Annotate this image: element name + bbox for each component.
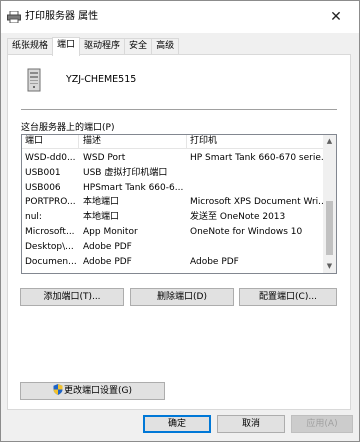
port-cell: Documen... xyxy=(25,256,77,267)
table-row[interactable]: Desktop\... Adobe PDF xyxy=(22,240,324,255)
port-cell: Desktop\... xyxy=(25,241,74,252)
port-cell: Microsoft... xyxy=(25,226,75,237)
vertical-scrollbar[interactable]: ▲ ▼ xyxy=(323,135,336,273)
delete-port-button[interactable]: 删除端口(D) xyxy=(130,288,234,306)
list-rows: WSD-dd0... WSD Port HP Smart Tank 660-67… xyxy=(22,151,324,269)
printer-icon xyxy=(7,11,21,23)
printer-cell: Microsoft XPS Document Wri... xyxy=(190,197,324,208)
description-cell: 本地端口 xyxy=(83,212,120,223)
uac-shield-icon xyxy=(53,384,63,395)
window-title: 打印服务器 属性 xyxy=(25,11,99,22)
tab-strip: 纸张规格 端口 驱动程序 安全 高级 xyxy=(7,37,180,56)
table-row[interactable]: WSD-dd0... WSD Port HP Smart Tank 660-67… xyxy=(22,151,324,166)
configure-port-button[interactable]: 配置端口(C)... xyxy=(239,288,337,306)
printer-cell: OneNote for Windows 10 xyxy=(190,226,303,237)
printer-cell xyxy=(187,240,324,255)
printer-cell: Adobe PDF xyxy=(190,256,239,267)
tab-drivers[interactable]: 驱动程序 xyxy=(79,38,126,55)
description-cell: 本地端口 xyxy=(83,197,120,208)
scroll-down-arrow-icon[interactable]: ▼ xyxy=(323,260,336,273)
port-cell: USB001 xyxy=(25,167,61,178)
port-cell: USB006 xyxy=(25,182,61,193)
divider xyxy=(21,109,337,110)
table-row[interactable]: Documen... Adobe PDF Adobe PDF xyxy=(22,255,324,270)
port-cell: WSD-dd0... xyxy=(25,153,76,163)
cancel-button[interactable]: 取消 xyxy=(217,415,285,433)
description-cell: HPSmart Tank 660-6... xyxy=(83,182,184,193)
ports-list[interactable]: 端口 描述 打印机 WSD-dd0... WSD Port HP Smart T… xyxy=(21,134,337,274)
server-name: YZJ-CHEME515 xyxy=(66,74,137,85)
server-icon xyxy=(27,68,41,92)
table-row[interactable]: USB006 HPSmart Tank 660-6... xyxy=(22,181,324,196)
title-bar[interactable]: 打印服务器 属性 ✕ xyxy=(1,1,359,33)
add-port-button[interactable]: 添加端口(T)... xyxy=(20,288,124,306)
table-row[interactable]: Microsoft... App Monitor OneNote for Win… xyxy=(22,225,324,240)
printer-cell xyxy=(187,181,324,196)
tab-paper-sizes[interactable]: 纸张规格 xyxy=(7,38,54,55)
change-port-settings-button[interactable]: 更改端口设置(G) xyxy=(20,382,165,400)
scroll-up-arrow-icon[interactable]: ▲ xyxy=(323,135,336,148)
ports-list-label: 这台服务器上的端口(P) xyxy=(21,123,115,133)
table-row[interactable]: nul: 本地端口 发送至 OneNote 2013 xyxy=(22,210,324,225)
table-row[interactable]: USB001 USB 虚拟打印机端口 xyxy=(22,166,324,181)
change-port-settings-label: 更改端口设置(G) xyxy=(64,386,132,396)
column-header-printer[interactable]: 打印机 xyxy=(187,135,324,149)
list-header: 端口 描述 打印机 xyxy=(22,135,324,149)
description-cell: Adobe PDF xyxy=(83,241,132,252)
description-cell: App Monitor xyxy=(83,226,138,237)
description-cell: WSD Port xyxy=(83,153,126,163)
scrollbar-thumb[interactable] xyxy=(326,201,333,255)
port-cell: PORTPRO... xyxy=(25,197,76,208)
description-cell: USB 虚拟打印机端口 xyxy=(83,167,168,178)
printer-cell: 发送至 OneNote 2013 xyxy=(190,212,286,223)
column-header-port[interactable]: 端口 xyxy=(22,135,79,149)
tab-advanced[interactable]: 高级 xyxy=(151,38,180,55)
tab-ports[interactable]: 端口 xyxy=(52,37,81,56)
port-cell: nul: xyxy=(25,212,42,223)
apply-button[interactable]: 应用(A) xyxy=(291,415,353,433)
printer-cell: HP Smart Tank 660-670 serie... xyxy=(190,153,324,163)
printer-cell xyxy=(187,166,324,181)
table-row[interactable]: PORTPRO... 本地端口 Microsoft XPS Document W… xyxy=(22,195,324,210)
tab-security[interactable]: 安全 xyxy=(124,38,153,55)
column-header-description[interactable]: 描述 xyxy=(80,135,187,149)
ports-tab-panel: YZJ-CHEME515 这台服务器上的端口(P) 端口 描述 打印机 WSD-… xyxy=(7,54,351,410)
close-button[interactable]: ✕ xyxy=(313,1,359,33)
ok-button[interactable]: 确定 xyxy=(143,415,211,433)
printer-server-properties-dialog: 打印服务器 属性 ✕ 纸张规格 端口 驱动程序 安全 高级 YZJ-CHEME5… xyxy=(0,0,360,442)
description-cell: Adobe PDF xyxy=(83,256,132,267)
